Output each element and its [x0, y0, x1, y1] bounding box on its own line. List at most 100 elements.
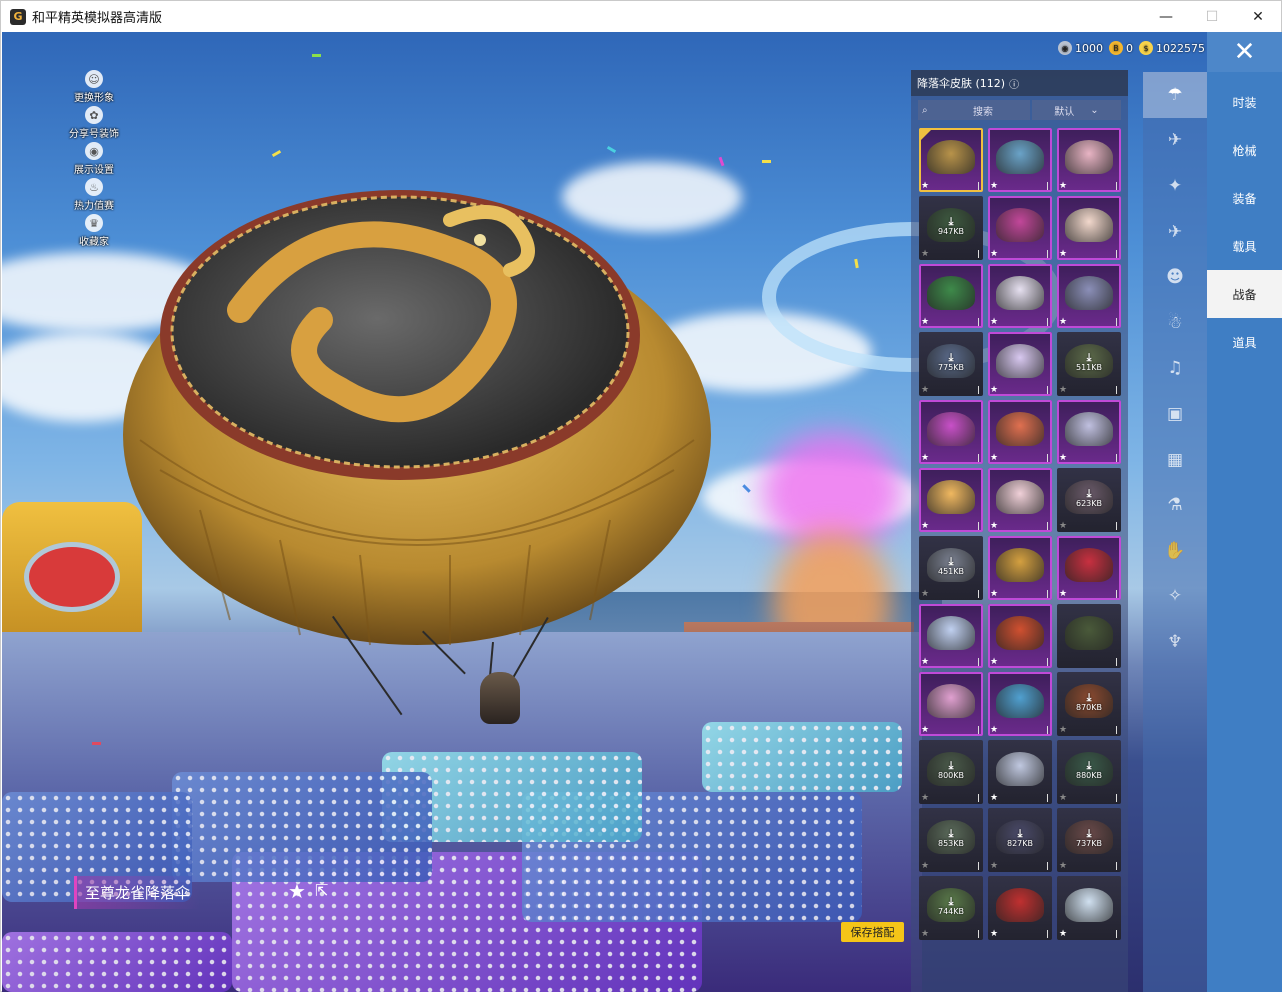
- favorite-star-icon[interactable]: ★: [1059, 521, 1067, 531]
- favorite-star-icon[interactable]: ★: [921, 453, 929, 463]
- favorite-star-icon[interactable]: ★: [1059, 249, 1067, 259]
- skin-tile[interactable]: ⤓ 870KB ★: [1057, 672, 1121, 736]
- skin-tile[interactable]: ★: [919, 128, 983, 192]
- skin-tile[interactable]: ★: [919, 264, 983, 328]
- favorite-star-icon[interactable]: ★: [990, 725, 998, 735]
- magic-wand-icon[interactable]: ✧: [1143, 574, 1207, 620]
- favorite-star-icon[interactable]: ★: [990, 453, 998, 463]
- favorite-star-icon[interactable]: ★: [921, 181, 929, 191]
- favorite-star-icon[interactable]: ★: [921, 657, 929, 667]
- skin-tile[interactable]: ⤓ 744KB ★: [919, 876, 983, 940]
- favorite-star-icon[interactable]: ★: [990, 861, 998, 871]
- favorite-star-icon[interactable]: ★: [1059, 181, 1067, 191]
- skin-tile[interactable]: ⤓ 511KB ★: [1057, 332, 1121, 396]
- skin-tile[interactable]: ★: [919, 400, 983, 464]
- tab-weapons[interactable]: 枪械: [1207, 126, 1282, 174]
- display-settings-button[interactable]: ◉ 展示设置: [62, 142, 126, 178]
- skin-tile[interactable]: ⤓ 947KB ★: [919, 196, 983, 260]
- help-icon[interactable]: ⓘ: [1009, 76, 1019, 91]
- tab-equipment[interactable]: 装备: [1207, 174, 1282, 222]
- skin-tile[interactable]: ⤓ 853KB ★: [919, 808, 983, 872]
- skin-tile[interactable]: ★: [1057, 196, 1121, 260]
- emote-icon[interactable]: ☻: [1143, 254, 1207, 300]
- landing-icon[interactable]: ♆: [1143, 619, 1207, 665]
- minimize-button[interactable]: —: [1143, 1, 1189, 32]
- favorite-star-icon[interactable]: ★: [1059, 929, 1067, 939]
- window-close-button[interactable]: ✕: [1235, 1, 1281, 32]
- favorite-star-icon[interactable]: ★: [921, 725, 929, 735]
- gesture-icon[interactable]: ✋: [1143, 528, 1207, 574]
- skin-tile[interactable]: ★: [1057, 400, 1121, 464]
- favorite-star-icon[interactable]: ★: [1059, 793, 1067, 803]
- skin-tile[interactable]: ★: [988, 672, 1052, 736]
- tab-battle-gear[interactable]: 战备: [1207, 270, 1282, 318]
- skin-tile[interactable]: ★: [988, 876, 1052, 940]
- heat-value-button[interactable]: ♨ 热力值赛: [62, 178, 126, 214]
- tab-fashion[interactable]: 时装: [1207, 78, 1282, 126]
- favorite-star-icon[interactable]: ★: [990, 657, 998, 667]
- favorite-star-icon[interactable]: ★: [921, 249, 929, 259]
- skin-tile[interactable]: ⤓ 737KB ★: [1057, 808, 1121, 872]
- skin-tile[interactable]: ★: [988, 604, 1052, 668]
- favorite-star-icon[interactable]: ★: [921, 589, 929, 599]
- close-button[interactable]: ✕: [1207, 32, 1282, 72]
- change-avatar-button[interactable]: ☺ 更换形象: [62, 70, 126, 106]
- skin-tile[interactable]: ★: [988, 468, 1052, 532]
- tab-items[interactable]: 道具: [1207, 318, 1282, 366]
- vehicle-trail-icon[interactable]: ✦: [1143, 163, 1207, 209]
- skin-tile[interactable]: ★: [919, 672, 983, 736]
- sound-icon[interactable]: ♫: [1143, 346, 1207, 392]
- plane-icon[interactable]: ✈: [1143, 209, 1207, 255]
- skin-tile[interactable]: ★: [988, 128, 1052, 192]
- skin-tile[interactable]: ★: [919, 604, 983, 668]
- favorite-star-icon[interactable]: ★: [990, 589, 998, 599]
- skin-tile[interactable]: ★: [1057, 128, 1121, 192]
- sticker-icon[interactable]: ▣: [1143, 391, 1207, 437]
- skin-tile[interactable]: ★: [919, 468, 983, 532]
- skin-tile[interactable]: ⤓ 451KB ★: [919, 536, 983, 600]
- gallery-icon[interactable]: ▦: [1143, 437, 1207, 483]
- favorite-star-icon[interactable]: ★: [990, 317, 998, 327]
- skin-tile[interactable]: ⤓ 775KB ★: [919, 332, 983, 396]
- share-icon[interactable]: ⇱: [315, 881, 328, 900]
- tab-vehicles[interactable]: 载具: [1207, 222, 1282, 270]
- skin-tile[interactable]: ★: [988, 264, 1052, 328]
- skin-tile[interactable]: ★: [1057, 536, 1121, 600]
- favorite-star-icon[interactable]: ★: [1059, 861, 1067, 871]
- favorite-star-icon[interactable]: ★: [990, 929, 998, 939]
- favorite-star-icon[interactable]: ★: [1059, 385, 1067, 395]
- companion-icon[interactable]: ☃: [1143, 300, 1207, 346]
- favorite-star-icon[interactable]: ★: [921, 861, 929, 871]
- skin-tile[interactable]: ★: [988, 332, 1052, 396]
- favorite-star-icon[interactable]: ★: [1059, 453, 1067, 463]
- favorite-star-icon[interactable]: ★: [990, 793, 998, 803]
- save-outfit-button[interactable]: 保存搭配: [841, 922, 904, 942]
- favorite-star-icon[interactable]: ★: [921, 793, 929, 803]
- skin-tile[interactable]: ★: [988, 400, 1052, 464]
- spray-icon[interactable]: ⚗: [1143, 482, 1207, 528]
- favorite-star-icon[interactable]: ★: [921, 521, 929, 531]
- skin-tile[interactable]: ★: [988, 196, 1052, 260]
- favorite-star-icon[interactable]: ★: [990, 385, 998, 395]
- sort-dropdown[interactable]: 默认 ⌄: [1032, 100, 1121, 120]
- share-decoration-button[interactable]: ✿ 分享号装饰: [62, 106, 126, 142]
- skin-tile[interactable]: ★: [1057, 876, 1121, 940]
- search-input[interactable]: ⌕ 搜索: [918, 100, 1030, 120]
- favorite-star-icon[interactable]: ★: [1059, 317, 1067, 327]
- collector-button[interactable]: ♛ 收藏家: [62, 214, 126, 250]
- skin-tile[interactable]: ★: [1057, 264, 1121, 328]
- favorite-star-icon[interactable]: ★: [990, 249, 998, 259]
- favorite-star-icon[interactable]: ★: [1059, 725, 1067, 735]
- favorite-star-icon[interactable]: ★: [288, 879, 306, 903]
- skin-tile[interactable]: ⤓ 827KB ★: [988, 808, 1052, 872]
- favorite-star-icon[interactable]: ★: [1059, 589, 1067, 599]
- favorite-star-icon[interactable]: ★: [990, 521, 998, 531]
- favorite-star-icon[interactable]: ★: [921, 317, 929, 327]
- favorite-star-icon[interactable]: ★: [990, 181, 998, 191]
- skin-tile[interactable]: ★: [988, 740, 1052, 804]
- glider-icon[interactable]: ✈: [1143, 118, 1207, 164]
- skin-tile[interactable]: ⤓ 880KB ★: [1057, 740, 1121, 804]
- maximize-button[interactable]: ☐: [1189, 1, 1235, 32]
- parachute-icon[interactable]: ☂: [1143, 72, 1207, 118]
- skin-tile[interactable]: ⤓ 623KB ★: [1057, 468, 1121, 532]
